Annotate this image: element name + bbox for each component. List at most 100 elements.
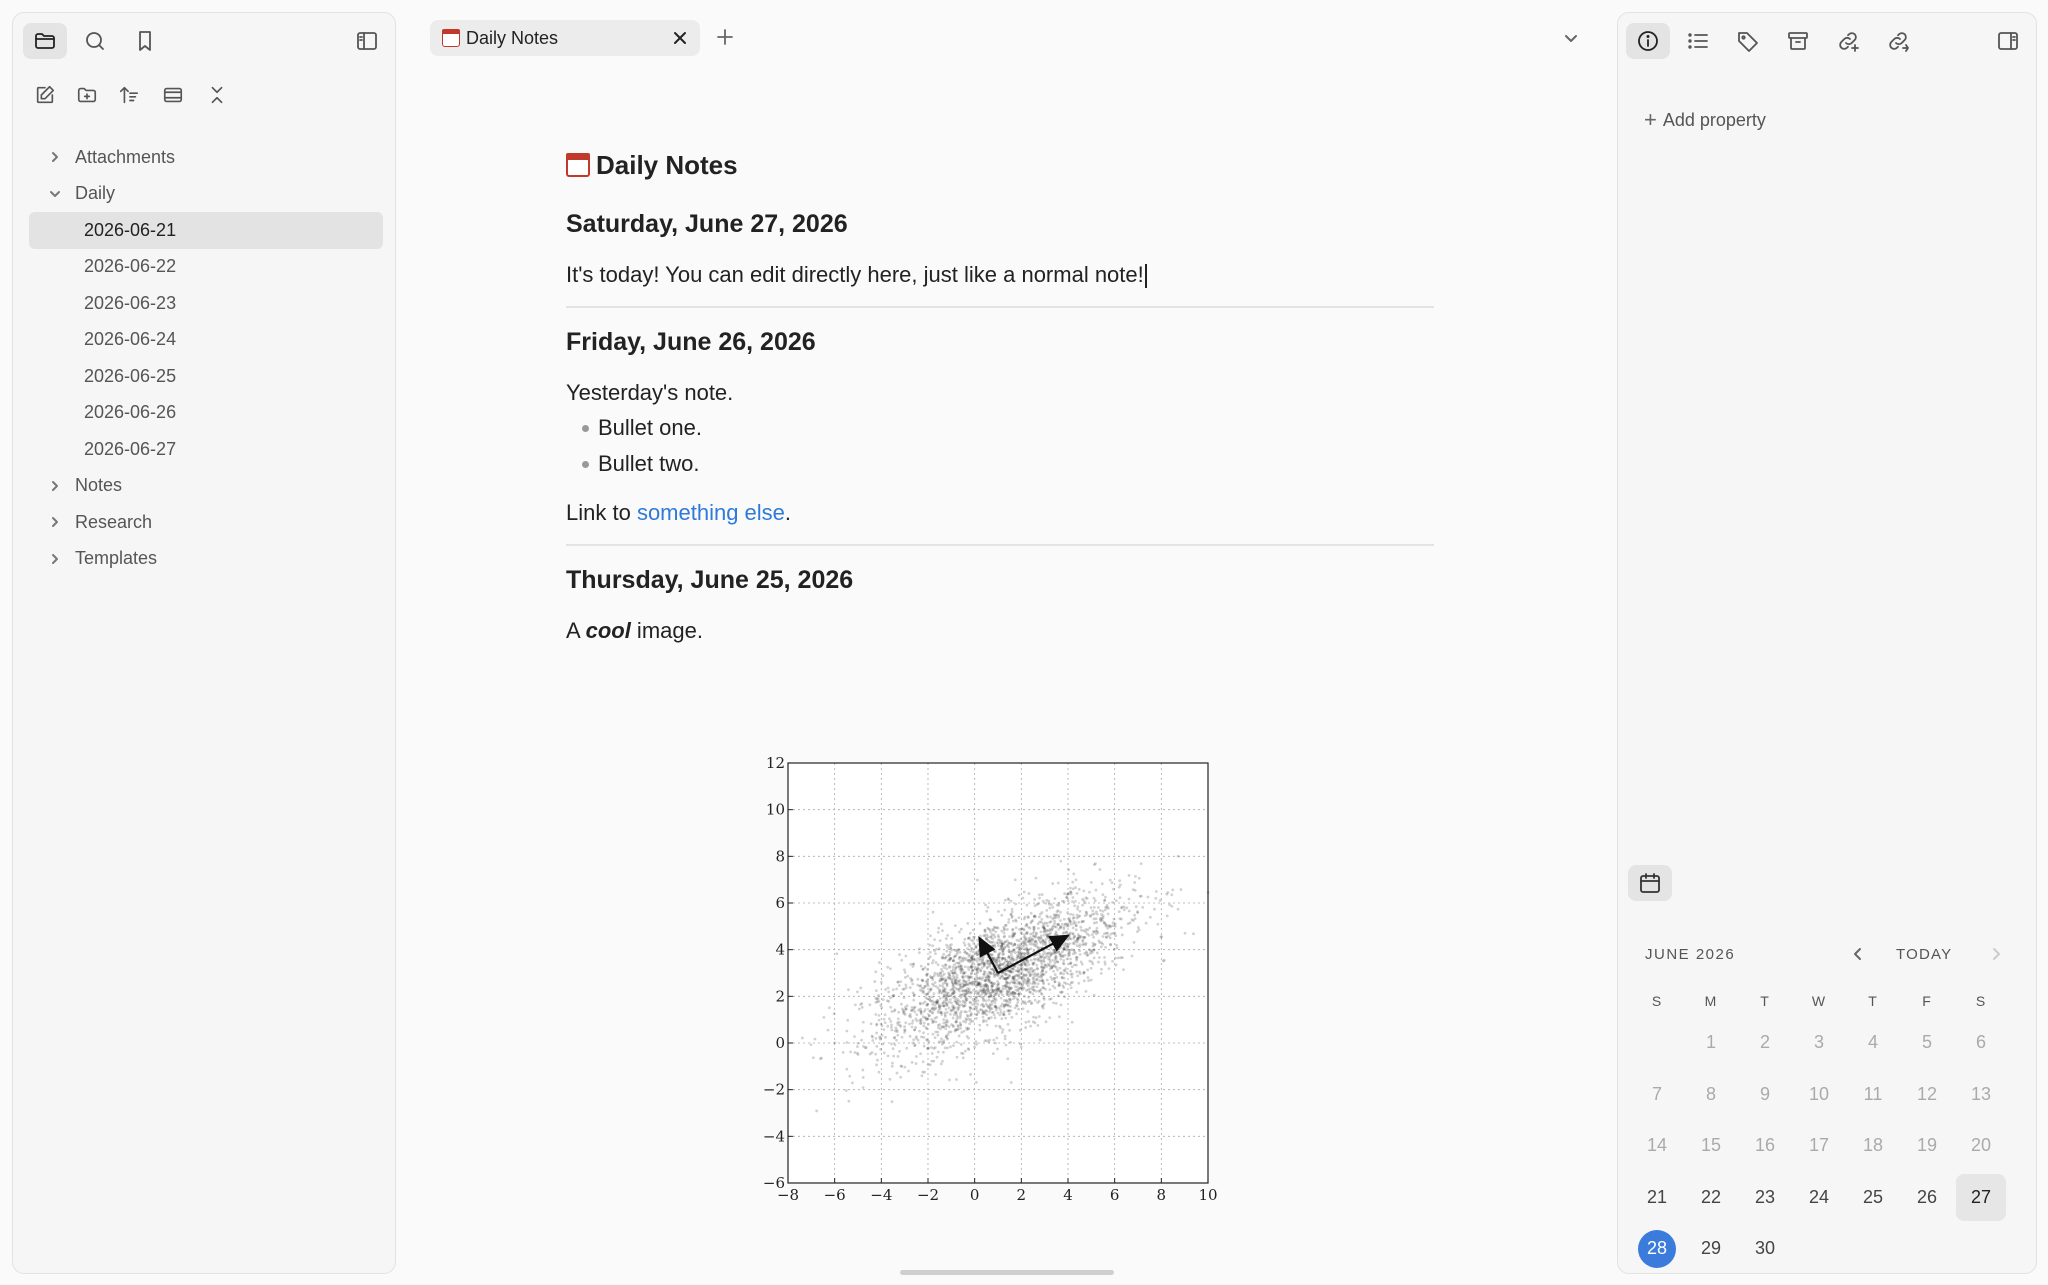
bookmark-icon[interactable]	[123, 23, 167, 59]
calendar-day[interactable]: 5	[1900, 1017, 1954, 1069]
calendar-day[interactable]: 14	[1630, 1120, 1684, 1172]
calendar-day[interactable]: 19	[1900, 1120, 1954, 1172]
scatter-point	[904, 983, 908, 987]
new-folder-icon[interactable]	[65, 77, 109, 113]
scatter-point	[996, 1047, 999, 1051]
tab-daily-notes[interactable]: Daily Notes	[430, 20, 700, 56]
scatter-point	[861, 1086, 865, 1089]
calendar-day[interactable]: 20	[1954, 1120, 2008, 1172]
scatter-point	[1113, 922, 1117, 926]
outgoing-links-icon[interactable]	[1876, 23, 1920, 59]
next-month-icon[interactable]	[1986, 943, 2006, 965]
tree-folder-item[interactable]: Attachments	[29, 139, 383, 176]
sort-icon[interactable]	[107, 77, 151, 113]
calendar-day[interactable]: 22	[1684, 1172, 1738, 1224]
scatter-point	[975, 995, 979, 999]
tags-icon[interactable]	[1726, 23, 1770, 59]
calendar-tab-icon[interactable]	[1628, 865, 1672, 901]
new-tab-button[interactable]	[710, 22, 740, 52]
tree-file-item[interactable]: 2026-06-24	[29, 322, 383, 359]
calendar-day[interactable]: 18	[1846, 1120, 1900, 1172]
entry-text[interactable]: A cool image.	[566, 614, 1434, 648]
calendar-day[interactable]: 26	[1900, 1172, 1954, 1224]
calendar-day[interactable]: 3	[1792, 1017, 1846, 1069]
calendar-day[interactable]: 7	[1630, 1069, 1684, 1121]
scatter-point	[978, 1008, 982, 1012]
outline-icon[interactable]	[1676, 23, 1720, 59]
calendar-day[interactable]: 16	[1738, 1120, 1792, 1172]
add-property-button[interactable]: + Add property	[1644, 107, 1766, 133]
horizontal-scrollbar[interactable]	[900, 1270, 1114, 1275]
properties-info-icon[interactable]	[1626, 23, 1670, 59]
note-content[interactable]: Daily Notes Saturday, June 27, 2026 It's…	[566, 140, 1434, 648]
previous-month-icon[interactable]	[1848, 943, 1868, 965]
tree-folder-item[interactable]: Notes	[29, 468, 383, 505]
scatter-point	[1119, 917, 1123, 921]
tree-item-label: 2026-06-21	[84, 219, 177, 240]
scatter-point	[974, 946, 978, 950]
list-item[interactable]: Bullet one.	[582, 410, 1434, 446]
calendar-day[interactable]: 17	[1792, 1120, 1846, 1172]
auto-reveal-icon[interactable]	[151, 77, 195, 113]
scatter-plot-svg: −8 −6 −4 −2 0 2 4 6 8 10−6−4−2024681012	[763, 754, 1218, 1204]
tree-file-item[interactable]: 2026-06-22	[29, 249, 383, 286]
calendar-day[interactable]: 13	[1954, 1069, 2008, 1121]
scatter-point	[1042, 950, 1046, 953]
scatter-point	[1017, 939, 1021, 943]
scatter-point	[1010, 907, 1014, 911]
internal-link[interactable]: something else	[637, 500, 785, 525]
scatter-point	[1014, 926, 1018, 930]
scatter-point	[912, 1038, 916, 1042]
calendar-day[interactable]: 30	[1738, 1223, 1792, 1275]
collapse-all-icon[interactable]	[195, 77, 239, 113]
calendar-day[interactable]: 28	[1630, 1223, 1684, 1275]
calendar-day[interactable]: 24	[1792, 1172, 1846, 1224]
sidebar-toggle-icon[interactable]	[345, 23, 389, 59]
calendar-day[interactable]: 10	[1792, 1069, 1846, 1121]
tree-folder-item[interactable]: Templates	[29, 541, 383, 578]
search-icon[interactable]	[73, 23, 117, 59]
scatter-point	[943, 956, 947, 960]
calendar-day[interactable]: 27	[1956, 1173, 2006, 1221]
calendar-day[interactable]: 23	[1738, 1172, 1792, 1224]
close-tab-icon[interactable]	[670, 28, 690, 48]
calendar-day[interactable]: 15	[1684, 1120, 1738, 1172]
calendar-empty-cell	[1954, 1223, 2008, 1275]
backlinks-icon[interactable]	[1826, 23, 1870, 59]
scatter-point	[1101, 935, 1105, 938]
entry-text[interactable]: It's today! You can edit directly here, …	[566, 258, 1434, 292]
tree-file-item[interactable]: 2026-06-21	[29, 212, 383, 249]
calendar-day[interactable]: 8	[1684, 1069, 1738, 1121]
scatter-point	[890, 1028, 894, 1032]
calendar-day[interactable]: 2	[1738, 1017, 1792, 1069]
archive-icon[interactable]	[1776, 23, 1820, 59]
right-sidebar-toggle-icon[interactable]	[1986, 23, 2030, 59]
calendar-day[interactable]: 25	[1846, 1172, 1900, 1224]
tree-file-item[interactable]: 2026-06-25	[29, 358, 383, 395]
new-note-icon[interactable]	[23, 77, 67, 113]
files-icon[interactable]	[23, 23, 67, 59]
scatter-point	[1033, 998, 1037, 1002]
calendar-day[interactable]: 12	[1900, 1069, 1954, 1121]
scatter-point	[954, 966, 958, 969]
scatter-point	[976, 878, 979, 882]
tab-list-chevron-icon[interactable]	[1556, 26, 1586, 52]
tree-folder-item[interactable]: Daily	[29, 176, 383, 213]
calendar-day[interactable]: 9	[1738, 1069, 1792, 1121]
calendar-day[interactable]: 21	[1630, 1172, 1684, 1224]
entry-text[interactable]: Link to something else.	[566, 496, 1434, 530]
calendar-day[interactable]: 6	[1954, 1017, 2008, 1069]
tree-file-item[interactable]: 2026-06-23	[29, 285, 383, 322]
tree-folder-item[interactable]: Research	[29, 504, 383, 541]
calendar-day[interactable]: 1	[1684, 1017, 1738, 1069]
scatter-point	[891, 1061, 894, 1065]
list-item[interactable]: Bullet two.	[582, 446, 1434, 482]
calendar-day[interactable]: 29	[1684, 1223, 1738, 1275]
tree-file-item[interactable]: 2026-06-26	[29, 395, 383, 432]
scatter-point	[1069, 912, 1072, 916]
today-button[interactable]: TODAY	[1896, 946, 1952, 963]
tree-file-item[interactable]: 2026-06-27	[29, 431, 383, 468]
calendar-day[interactable]: 11	[1846, 1069, 1900, 1121]
entry-text[interactable]: Yesterday's note.	[566, 376, 1434, 410]
calendar-day[interactable]: 4	[1846, 1017, 1900, 1069]
